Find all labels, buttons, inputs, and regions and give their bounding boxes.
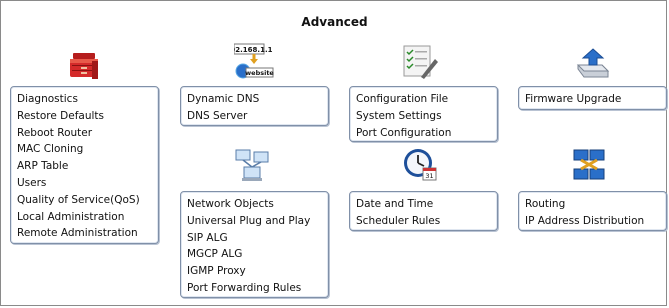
configuration-panel: Configuration File System Settings Port …: [349, 86, 498, 142]
clock-icon: 31: [402, 147, 438, 186]
page-title: Advanced: [301, 15, 368, 29]
local-administration-link[interactable]: Local Administration: [17, 209, 158, 226]
network-objects-icon: [234, 147, 270, 186]
firmware-panel: Firmware Upgrade: [518, 86, 667, 110]
time-panel: Date and Time Scheduler Rules: [349, 191, 498, 231]
mgcp-alg-link[interactable]: MGCP ALG: [187, 246, 328, 263]
users-link[interactable]: Users: [17, 175, 158, 192]
qos-link[interactable]: Quality of Service(QoS): [17, 192, 158, 209]
dns-icon: 192.168.1.1 website: [226, 43, 274, 84]
firmware-upgrade-icon: [574, 47, 610, 84]
firmware-upgrade-link[interactable]: Firmware Upgrade: [525, 91, 666, 108]
system-settings-link[interactable]: System Settings: [356, 108, 497, 125]
dns-panel: Dynamic DNS DNS Server: [180, 86, 329, 126]
dns-icon-website-text: website: [245, 69, 274, 77]
port-configuration-link[interactable]: Port Configuration: [356, 125, 497, 142]
network-panel: Network Objects Universal Plug and Play …: [180, 191, 329, 298]
routing-panel: Routing IP Address Distribution: [518, 191, 667, 231]
dns-icon-ip-text: 192.168.1.1: [234, 46, 273, 54]
restore-defaults-link[interactable]: Restore Defaults: [17, 108, 158, 125]
remote-administration-link[interactable]: Remote Administration: [17, 225, 158, 242]
svg-text:31: 31: [425, 172, 433, 180]
routing-link[interactable]: Routing: [525, 196, 666, 213]
toolbox-icon: [68, 49, 100, 84]
configuration-file-link[interactable]: Configuration File: [356, 91, 497, 108]
configuration-checklist-icon: [403, 45, 439, 84]
diagnostics-panel: Diagnostics Restore Defaults Reboot Rout…: [10, 86, 159, 244]
dynamic-dns-link[interactable]: Dynamic DNS: [187, 91, 328, 108]
port-forwarding-rules-link[interactable]: Port Forwarding Rules: [187, 280, 328, 297]
upnp-link[interactable]: Universal Plug and Play: [187, 213, 328, 230]
arp-table-link[interactable]: ARP Table: [17, 158, 158, 175]
mac-cloning-link[interactable]: MAC Cloning: [17, 141, 158, 158]
scheduler-rules-link[interactable]: Scheduler Rules: [356, 213, 497, 230]
dns-server-link[interactable]: DNS Server: [187, 108, 328, 125]
diagnostics-link[interactable]: Diagnostics: [17, 91, 158, 108]
reboot-router-link[interactable]: Reboot Router: [17, 125, 158, 142]
routing-icon: [572, 147, 606, 186]
igmp-proxy-link[interactable]: IGMP Proxy: [187, 263, 328, 280]
ip-address-distribution-link[interactable]: IP Address Distribution: [525, 213, 666, 230]
date-and-time-link[interactable]: Date and Time: [356, 196, 497, 213]
sip-alg-link[interactable]: SIP ALG: [187, 230, 328, 247]
network-objects-link[interactable]: Network Objects: [187, 196, 328, 213]
